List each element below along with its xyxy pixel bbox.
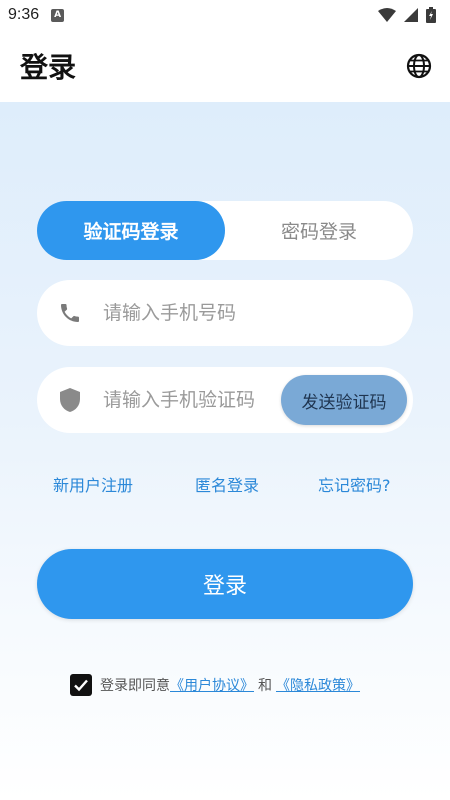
- agreement-and: 和: [258, 678, 272, 694]
- tab-sms-code-login[interactable]: 验证码登录: [37, 201, 225, 260]
- wifi-icon: [378, 8, 396, 22]
- sms-code-field: 发送验证码: [37, 367, 413, 433]
- agreement-prefix: 登录即同意: [100, 678, 170, 694]
- globe-icon: [406, 53, 432, 79]
- checkmark-icon: [74, 679, 88, 692]
- anonymous-login-link[interactable]: 匿名登录: [195, 472, 259, 496]
- tab-password-login[interactable]: 密码登录: [225, 201, 413, 260]
- shield-icon: [53, 383, 87, 417]
- page-title: 登录: [20, 51, 77, 84]
- battery-icon: [426, 7, 436, 23]
- app-bar: 登录: [0, 30, 450, 102]
- phone-icon: [53, 296, 87, 330]
- login-content: 验证码登录 密码登录 发送验证码 新用户注册 匿名登录 忘记密码? 登录: [0, 102, 450, 800]
- status-left: 9:36 A: [8, 6, 65, 24]
- agreement-checkbox[interactable]: [70, 674, 92, 696]
- status-bar: 9:36 A: [0, 0, 450, 30]
- language-button[interactable]: [404, 51, 434, 81]
- register-link[interactable]: 新用户注册: [53, 472, 133, 496]
- status-time: 9:36: [8, 6, 40, 23]
- send-code-button[interactable]: 发送验证码: [281, 375, 407, 425]
- login-mode-tabs: 验证码登录 密码登录: [37, 201, 413, 260]
- agreement-row: 登录即同意 《用户协议》 和 《隐私政策》: [70, 673, 360, 697]
- login-button[interactable]: 登录: [37, 549, 413, 619]
- signal-icon: [404, 8, 418, 22]
- status-icons: [378, 7, 436, 23]
- forgot-password-link[interactable]: 忘记密码?: [318, 472, 391, 496]
- notification-icon: A: [51, 8, 65, 22]
- auth-links: 新用户注册 匿名登录 忘记密码?: [0, 472, 450, 496]
- phone-field: [37, 280, 413, 346]
- phone-input[interactable]: [103, 302, 413, 324]
- user-agreement-link[interactable]: 《用户协议》: [170, 675, 254, 695]
- privacy-policy-link[interactable]: 《隐私政策》: [276, 675, 360, 695]
